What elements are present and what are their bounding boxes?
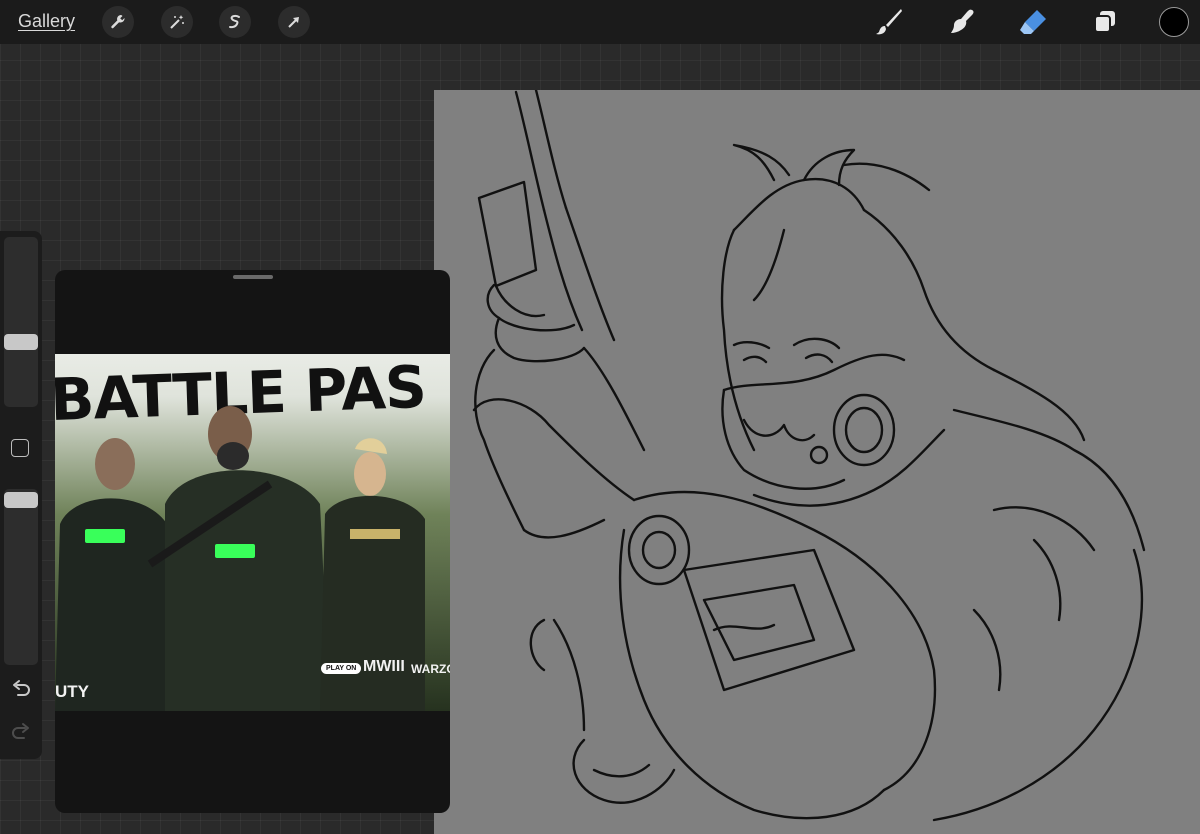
- reference-image: BATTLE PAS UTY PLAY ON MWIII WARZO: [55, 354, 450, 711]
- layers-icon[interactable]: [1089, 6, 1121, 38]
- selection-icon[interactable]: [219, 6, 251, 38]
- redo-icon[interactable]: [9, 721, 33, 745]
- brush-size-slider[interactable]: [4, 237, 38, 407]
- opacity-slider[interactable]: [4, 489, 38, 665]
- reference-window[interactable]: BATTLE PAS UTY PLAY ON MWIII WARZO: [55, 270, 450, 813]
- eraser-icon[interactable]: [1017, 6, 1049, 38]
- top-toolbar: Gallery: [0, 0, 1200, 44]
- smudge-icon[interactable]: [946, 6, 978, 38]
- actions-wrench-icon[interactable]: [102, 6, 134, 38]
- adjustments-magic-wand-icon[interactable]: [161, 6, 193, 38]
- drawing-canvas[interactable]: [434, 90, 1200, 834]
- reference-logo-warzone: WARZO: [411, 662, 450, 676]
- reference-logo-mw: MWIII: [363, 658, 405, 675]
- reference-logo-left: UTY: [55, 682, 89, 701]
- modify-button[interactable]: [11, 439, 29, 457]
- sketch-drawing: [472, 90, 1146, 822]
- opacity-thumb[interactable]: [4, 492, 38, 508]
- undo-icon[interactable]: [9, 678, 33, 702]
- brush-sidebar: [0, 231, 42, 759]
- reference-drag-handle[interactable]: [233, 275, 273, 279]
- brush-icon[interactable]: [873, 6, 905, 38]
- transform-arrow-icon[interactable]: [278, 6, 310, 38]
- reference-play-on-badge: PLAY ON: [321, 663, 362, 674]
- gallery-button[interactable]: Gallery: [18, 11, 75, 32]
- color-picker-swatch[interactable]: [1159, 7, 1189, 37]
- brush-size-thumb[interactable]: [4, 334, 38, 350]
